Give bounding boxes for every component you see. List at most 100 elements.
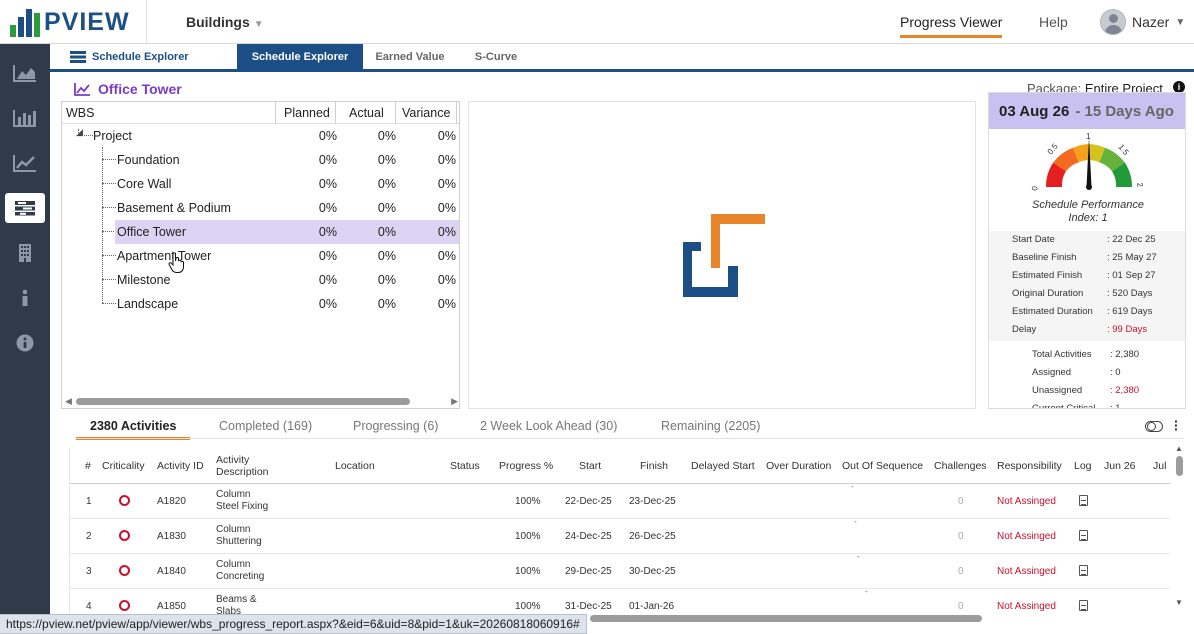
wbs-header: WBS Planned Actual Variance <box>62 102 459 124</box>
wbs-row[interactable]: Apartment Tower 0% 0% 0% <box>62 244 459 268</box>
area-chart-icon[interactable] <box>5 58 45 88</box>
nav-progress-viewer[interactable]: Progress Viewer <box>900 14 1003 38</box>
col-responsibility[interactable]: Responsibility <box>997 460 1062 472</box>
scroll-up-icon[interactable]: ▲ <box>1175 444 1183 453</box>
project-selector[interactable]: Buildings ▼ <box>186 14 264 30</box>
line-chart-icon[interactable] <box>5 148 45 178</box>
row-start: 22-Dec-25 <box>565 496 612 507</box>
detail-value: : 01 Sep 27 <box>1107 270 1156 281</box>
activities-grid: # Criticality Activity ID Activity Descr… <box>69 448 1170 614</box>
kebab-menu-icon[interactable]: · · · <box>1174 414 1179 436</box>
wbs-row[interactable]: Landscape 0% 0% 0% <box>62 292 459 316</box>
detail-key: Start Date <box>1012 234 1055 245</box>
tab-look-ahead[interactable]: 2 Week Look Ahead (30) <box>480 419 617 433</box>
row-responsibility[interactable]: Not Assinged <box>997 531 1056 542</box>
chevron-down-icon: ▼ <box>1175 16 1186 28</box>
table-row[interactable]: 2 A1830 Column Shuttering 100% 24-Dec-25 … <box>70 517 1170 554</box>
col-start[interactable]: Start <box>579 460 601 472</box>
scroll-right-icon[interactable]: ▶ <box>451 396 458 407</box>
detail-key: Original Duration <box>1012 288 1084 299</box>
tab-completed[interactable]: Completed (169) <box>219 419 312 433</box>
table-row[interactable]: 4 A1850 Beams & Slabs 100% 31-Dec-25 01-J… <box>70 587 1170 614</box>
info-i-icon[interactable] <box>5 283 45 313</box>
col-jun-26[interactable]: Jun 26 <box>1104 460 1136 472</box>
building-icon[interactable] <box>5 238 45 268</box>
log-document-icon[interactable] <box>1079 530 1088 541</box>
row-responsibility[interactable]: Not Assinged <box>997 601 1056 612</box>
scroll-thumb[interactable] <box>76 398 410 405</box>
row-activity-id: A1840 <box>157 566 186 577</box>
col-finish[interactable]: Finish <box>640 460 668 472</box>
wbs-col-actual[interactable]: Actual <box>349 106 384 120</box>
wbs-row-name: Apartment Tower <box>117 249 212 263</box>
col-delayed-start[interactable]: Delayed Start <box>691 460 755 472</box>
detail-key: Estimated Duration <box>1012 306 1093 317</box>
log-document-icon[interactable] <box>1079 600 1088 611</box>
col-activity-description[interactable]: Activity Description <box>216 454 286 478</box>
tab-all-activities[interactable]: 2380 Activities <box>75 419 191 440</box>
section-title-label: Schedule Explorer <box>92 51 189 63</box>
wbs-row[interactable]: Basement & Podium 0% 0% 0% <box>62 196 459 220</box>
row-challenges: 0 <box>958 531 964 542</box>
scroll-down-icon[interactable]: ▼ <box>1175 598 1183 607</box>
col-log[interactable]: Log <box>1074 460 1092 472</box>
col-location[interactable]: Location <box>335 460 375 472</box>
tab-s-curve[interactable]: S-Curve <box>457 44 535 69</box>
activity-key: Total Activities <box>1032 349 1092 360</box>
row-finish: 23-Dec-25 <box>629 496 676 507</box>
collapse-triangle-icon[interactable]: ◢ <box>76 127 83 138</box>
tab-remaining[interactable]: Remaining (2205) <box>661 419 760 433</box>
info-circle-icon[interactable] <box>5 328 45 358</box>
activity-value: : 0 <box>1110 367 1121 378</box>
user-menu[interactable]: Nazer ▼ <box>1100 9 1185 35</box>
tab-schedule-explorer[interactable]: Schedule Explorer <box>237 44 363 69</box>
tab-progressing[interactable]: Progressing (6) <box>353 419 438 433</box>
scroll-left-icon[interactable]: ◀ <box>65 396 72 407</box>
schedule-explorer-icon[interactable] <box>5 193 45 223</box>
scroll-thumb[interactable] <box>1176 456 1183 476</box>
col-out-of-sequence[interactable]: Out Of Sequence <box>842 460 923 472</box>
log-document-icon[interactable] <box>1079 565 1088 576</box>
wbs-horizontal-scrollbar[interactable]: ◀ ▶ <box>62 394 459 408</box>
wbs-col-wbs[interactable]: WBS <box>66 106 94 120</box>
wbs-row-planned: 0% <box>318 177 337 191</box>
desc-line2: Slabs <box>216 606 242 614</box>
col-challenges[interactable]: Challenges <box>934 460 987 472</box>
wbs-col-variance[interactable]: Variance <box>402 106 450 120</box>
grid-horizontal-scrollbar[interactable] <box>590 613 1172 623</box>
wbs-row[interactable]: Core Wall 0% 0% 0% <box>62 172 459 196</box>
spi-caption-line2: Index: 1 <box>1068 212 1108 224</box>
wbs-row-name: Core Wall <box>117 177 172 191</box>
critical-circle-icon <box>119 530 130 541</box>
row-responsibility[interactable]: Not Assinged <box>997 496 1056 507</box>
scroll-thumb[interactable] <box>590 615 982 622</box>
col-over-duration[interactable]: Over Duration <box>766 460 831 472</box>
tab-earned-value[interactable]: Earned Value <box>363 44 457 69</box>
col-progress[interactable]: Progress % <box>499 460 553 472</box>
col-criticality[interactable]: Criticality <box>102 460 145 472</box>
activity-key: Current Critical <box>1032 403 1096 409</box>
wbs-row[interactable]: Foundation 0% 0% 0% <box>62 148 459 172</box>
toggle-view-icon[interactable] <box>1145 421 1163 432</box>
wbs-row-actual: 0% <box>377 225 396 239</box>
nav-help[interactable]: Help <box>1039 14 1068 30</box>
wbs-row[interactable]: Milestone 0% 0% 0% <box>62 268 459 292</box>
row-activity-id: A1820 <box>157 496 186 507</box>
pview-logo[interactable]: PVIEW <box>0 0 147 44</box>
hand-cursor-icon <box>168 252 184 273</box>
wbs-row-selected[interactable]: Office Tower 0% 0% 0% <box>62 220 459 244</box>
wbs-row[interactable]: ◢ Project 0% 0% 0% <box>62 124 459 148</box>
col-status[interactable]: Status <box>450 460 480 472</box>
activity-value: : 2,380 <box>1110 349 1140 360</box>
col-jul-26[interactable]: Jul 2 <box>1153 460 1170 472</box>
row-responsibility[interactable]: Not Assinged <box>997 566 1056 577</box>
bar-chart-icon[interactable] <box>5 103 45 133</box>
log-document-icon[interactable] <box>1079 495 1088 506</box>
wbs-col-planned[interactable]: Planned <box>284 106 330 120</box>
table-row[interactable]: 1 A1820 Column Steel Fixing 100% 22-Dec-2… <box>70 482 1170 519</box>
col-activity-id[interactable]: Activity ID <box>157 460 204 472</box>
table-row[interactable]: 3 A1840 Column Concreting 100% 29-Dec-25 … <box>70 552 1170 589</box>
critical-circle-icon <box>119 600 130 611</box>
col-index[interactable]: # <box>85 460 91 472</box>
grid-vertical-scrollbar[interactable]: ▲ ▼ <box>1172 442 1186 610</box>
